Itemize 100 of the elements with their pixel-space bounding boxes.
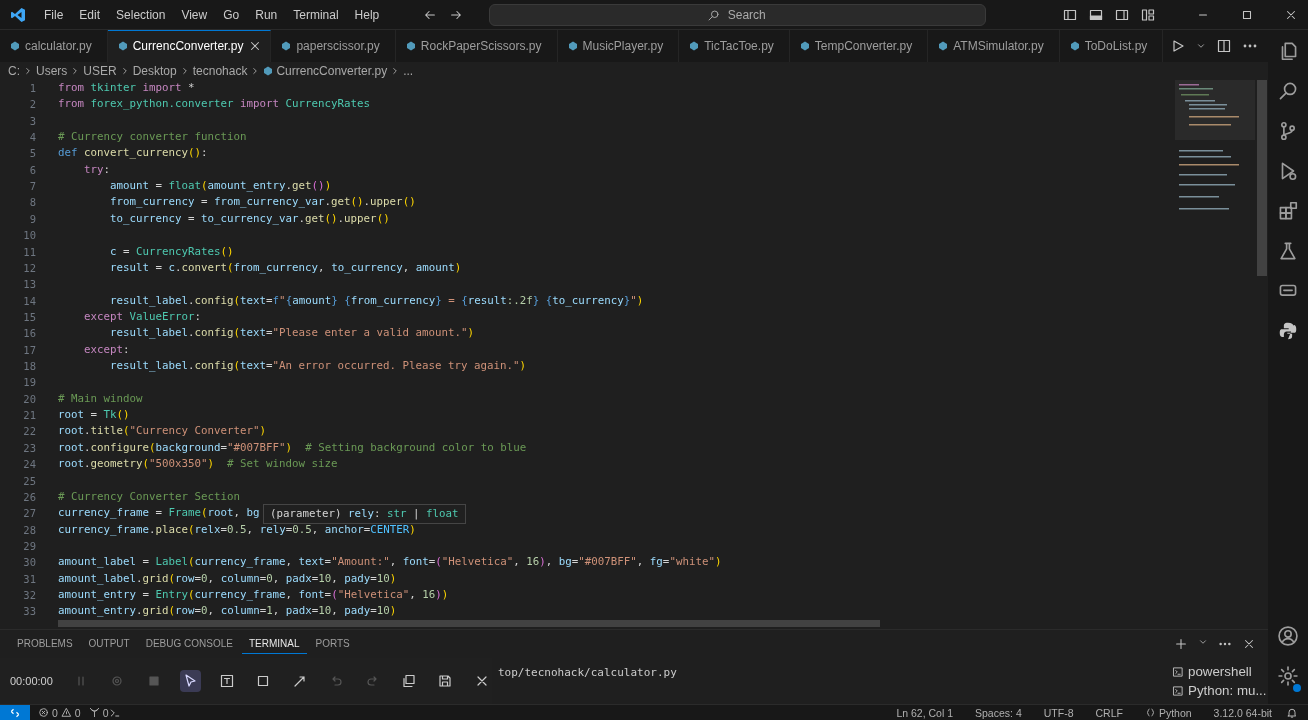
panel-tab[interactable]: PORTS	[308, 634, 357, 655]
split-editor-icon[interactable]	[1216, 37, 1232, 54]
breadcrumb-item[interactable]: tecnohack	[192, 63, 248, 78]
menu-item[interactable]: File	[36, 7, 72, 22]
line-number: 28	[22, 522, 36, 538]
line-number: 9	[28, 211, 36, 227]
code-line: amount_label = Label(currency_frame, text="Amount:", font=("Helvetica", 16), bg="#007BFF", fg="white")	[58, 554, 722, 571]
code-line: c = CurrencyRates()	[109, 243, 234, 260]
line-number: 15	[22, 309, 36, 325]
python-file-icon	[689, 40, 700, 51]
terminal-list-item[interactable]: powershell	[1172, 664, 1268, 680]
terminal-list-item[interactable]: Python: mu...	[1172, 683, 1268, 699]
python-file-icon	[117, 41, 128, 52]
code-line: from_currency = from_currency_var.get().upper()	[109, 194, 416, 211]
line-number: 22	[22, 424, 36, 440]
panel-tab[interactable]: PROBLEMS	[10, 634, 80, 655]
status-item[interactable]: Python	[1144, 706, 1192, 719]
menu-item[interactable]: Edit	[71, 7, 109, 22]
status-item[interactable]: CRLF	[1095, 706, 1123, 719]
terminal-icon	[1172, 665, 1184, 678]
line-number: 3	[28, 113, 36, 129]
scrollbar-thumb[interactable]	[58, 620, 880, 628]
status-item[interactable]: UTF-8	[1043, 706, 1074, 719]
code-line: # Main window	[58, 390, 143, 407]
code-line: # Currency Converter Section	[58, 488, 240, 505]
code-line: from forex_python.converter import CurrencyRates	[58, 96, 371, 113]
line-number: 23	[22, 440, 36, 456]
flask-icon[interactable]	[1277, 240, 1299, 262]
line-number: 17	[22, 342, 36, 358]
plus-icon[interactable]	[1174, 637, 1188, 652]
line-number: 25	[22, 473, 36, 489]
menu-item[interactable]: Run	[247, 7, 286, 22]
menu-item[interactable]: Help	[346, 7, 388, 22]
search-icon[interactable]	[1277, 80, 1299, 102]
code-line: except ValueError:	[83, 308, 202, 325]
status-item[interactable]: Spaces: 4	[975, 706, 1022, 719]
menu-item[interactable]: View	[173, 7, 216, 22]
language-logo-icon[interactable]	[1277, 320, 1299, 342]
line-number: 21	[22, 408, 36, 424]
code-line: result_label.config(text="An error occurred. Please try again.")	[109, 358, 527, 375]
code-line: from tkinter import *	[58, 79, 195, 96]
panel-tab[interactable]: OUTPUT	[81, 634, 137, 655]
code-line: # Currency converter function	[58, 129, 247, 145]
problems-status[interactable]: 0 0	[38, 706, 81, 719]
app-logo-icon	[10, 6, 26, 23]
code-line: result_label.config(text=f"{amount} {from_currency} = {result:.2f} {to_currency}")	[109, 292, 644, 309]
line-number: 7	[28, 179, 36, 195]
line-number: 26	[22, 489, 36, 505]
antenna-icon	[88, 707, 100, 718]
code-line: root = Tk()	[58, 407, 130, 424]
search-field[interactable]: Search	[489, 3, 987, 26]
hover-tooltip: (parameter) rely: str | float	[263, 504, 466, 525]
pointer-tool-button[interactable]	[180, 670, 201, 693]
remote-button[interactable]	[0, 704, 30, 720]
menu-item[interactable]: Terminal	[285, 7, 347, 22]
line-number: 2	[28, 97, 36, 113]
notifications-icon[interactable]	[1286, 706, 1298, 719]
scrollbar-thumb[interactable]	[1257, 79, 1267, 276]
code-line: amount_label.grid(row=0, column=0, padx=10, pady=10)	[58, 570, 397, 587]
layout-icon[interactable]	[1140, 6, 1156, 23]
line-number: 20	[22, 391, 36, 407]
panel-tab[interactable]: TERMINAL	[241, 634, 307, 655]
breadcrumb-item[interactable]: ...	[403, 63, 414, 78]
line-number: 8	[28, 195, 36, 211]
line-number: 19	[22, 375, 36, 391]
code-line: except:	[83, 341, 130, 358]
warning-icon	[60, 707, 72, 718]
line-number: 1	[28, 80, 36, 96]
settings-icon[interactable]	[1277, 665, 1299, 687]
line-number: 11	[22, 244, 36, 260]
breadcrumb-item[interactable]: Users	[36, 63, 68, 78]
account-icon[interactable]	[1277, 625, 1299, 647]
breadcrumb-item[interactable]: USER	[83, 63, 117, 78]
status-item[interactable]: 3.12.0 64-bit	[1213, 706, 1272, 719]
panel-tab[interactable]: DEBUG CONSOLE	[138, 634, 240, 655]
code-line: result_label.config(text="Please enter a valid amount.")	[109, 325, 475, 342]
breadcrumb-item[interactable]: C:	[8, 63, 20, 78]
editor-tab[interactable]: CurrencConverter.py	[107, 30, 272, 62]
code-line: def convert_currency():	[58, 145, 208, 162]
line-number: 27	[22, 506, 36, 522]
breadcrumb-item[interactable]: CurrencConverter.py	[276, 63, 388, 78]
menu-item[interactable]: Selection	[108, 7, 174, 22]
line-number: 18	[22, 359, 36, 375]
line-number: 33	[22, 604, 36, 620]
notification-badge	[1293, 684, 1301, 692]
code-line: amount = float(amount_entry.get())	[109, 178, 332, 195]
line-number: 29	[22, 539, 36, 554]
line-number: 13	[22, 277, 36, 293]
extensions-icon[interactable]	[1277, 200, 1299, 222]
breadcrumb-item[interactable]: Desktop	[132, 63, 177, 78]
code-line: try:	[83, 161, 111, 178]
python-file-icon	[10, 40, 20, 51]
remote-icon	[9, 706, 21, 719]
chevron-right-icon	[23, 65, 33, 76]
menu-item[interactable]: Go	[215, 7, 248, 22]
search-icon	[707, 8, 721, 22]
status-item[interactable]: Ln 62, Col 1	[896, 706, 954, 719]
ports-status[interactable]: 0	[88, 706, 109, 719]
python-file-icon	[281, 40, 292, 51]
python-file-icon	[263, 65, 274, 76]
